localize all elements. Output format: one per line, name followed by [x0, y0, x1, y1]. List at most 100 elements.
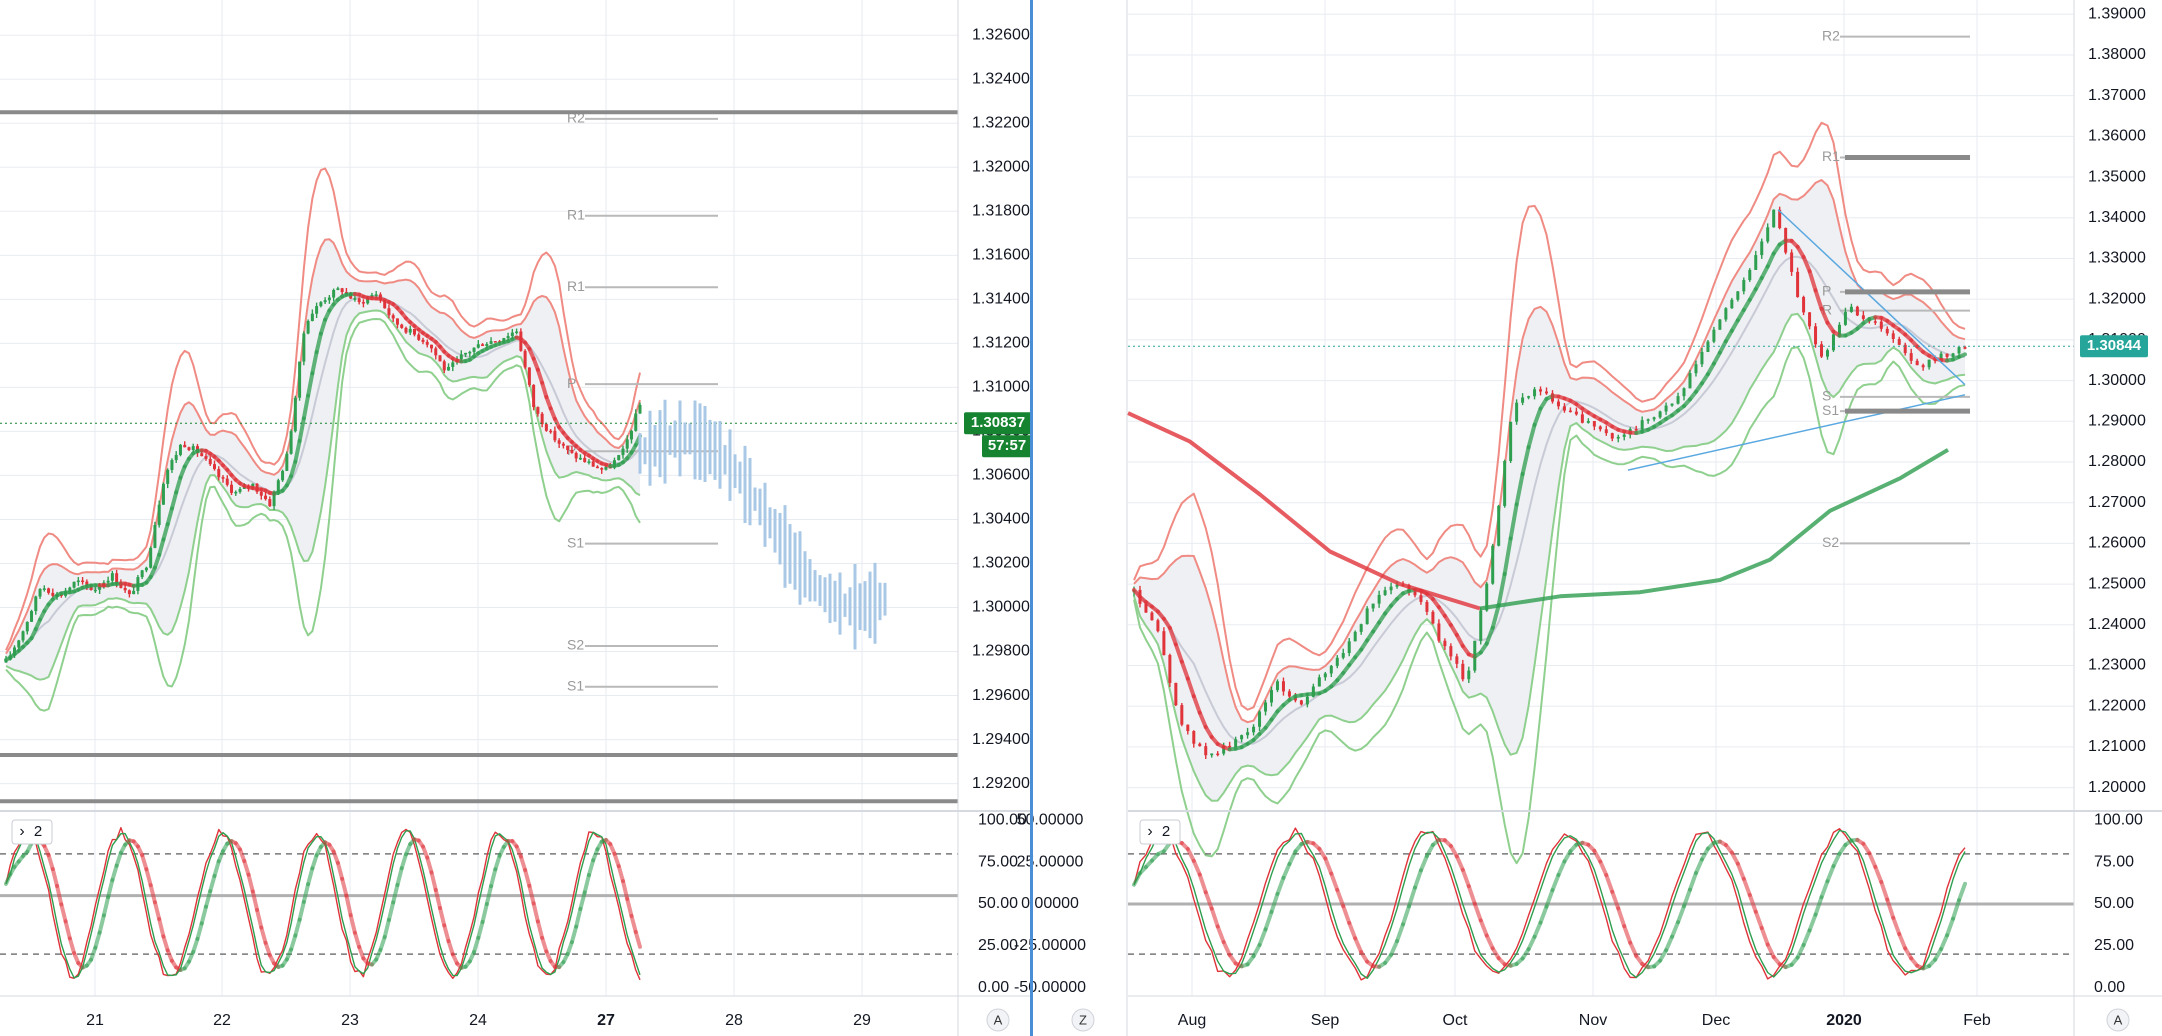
candle-body [421, 339, 425, 342]
candle-body [374, 294, 378, 296]
candle-body [1437, 623, 1441, 641]
osc-left-y-tick-label: 50.00000 [1017, 812, 1084, 829]
osc-y-tick-label: 75.00 [2094, 853, 2134, 870]
candle-body [1604, 429, 1608, 434]
candle-body [481, 344, 485, 347]
candle-body [1574, 411, 1578, 415]
chart-root: 1.32600 1.32400 1.32200 1.32000 1.31800 1.316… [0, 0, 2162, 1036]
candle-body [1831, 334, 1835, 351]
candle-body [187, 447, 191, 450]
y-tick-label: 1.38000 [2088, 46, 2146, 63]
y-tick-label: 1.30200 [972, 555, 1030, 572]
candle-body [417, 334, 421, 340]
candle-body [1347, 641, 1351, 654]
candle-body [1216, 753, 1220, 756]
candle-body [1234, 739, 1238, 748]
candle-body [540, 413, 544, 425]
candle-body [1598, 426, 1602, 430]
candle-body [1281, 681, 1285, 692]
y-tick-label: 1.30000 [2088, 372, 2146, 389]
zoom-button-right[interactable]: Z [1071, 1008, 1095, 1032]
candle-body [1885, 328, 1889, 334]
candle-body [72, 581, 76, 588]
candle-body [327, 297, 331, 301]
candle-body [289, 431, 293, 454]
y-tick-label: 1.32000 [2088, 290, 2146, 307]
candle-body [93, 589, 97, 592]
y-tick-label: 1.31800 [972, 203, 1030, 220]
candle-body [191, 446, 195, 450]
candle-body [42, 588, 46, 590]
candle-body [442, 361, 446, 371]
y-tick-label: 1.24000 [2088, 616, 2146, 633]
candle-body [1359, 624, 1363, 632]
candle-body [1796, 271, 1800, 297]
candle-body [391, 315, 395, 319]
candle-body [544, 424, 548, 431]
candle-body [323, 300, 327, 303]
y-tick-label: 1.30600 [972, 467, 1030, 484]
y-tick-label: 1.28000 [2088, 453, 2146, 470]
x-tick-label: Oct [1443, 1012, 1468, 1029]
candle-body [1503, 460, 1507, 506]
candle-body [425, 341, 429, 345]
candle-body [217, 469, 221, 478]
candle-body [625, 439, 629, 449]
y-tick-label: 1.29600 [972, 687, 1030, 704]
indicator-input-button[interactable] [11, 819, 53, 845]
candle-body [208, 458, 212, 465]
x-tick-label: 23 [341, 1012, 359, 1029]
candle-body [1287, 691, 1291, 697]
candle-body [221, 477, 225, 479]
candle-body [451, 362, 455, 367]
y-tick-label: 1.29200 [972, 775, 1030, 792]
candle-body [1927, 359, 1931, 368]
candle-body [1909, 353, 1913, 361]
candle-body [1425, 601, 1429, 612]
auto-scale-button-left[interactable]: A [986, 1008, 1010, 1032]
candle-body [1305, 696, 1309, 705]
candle-body [157, 504, 161, 526]
pivot-label: S [1822, 388, 1831, 404]
candle-body [1461, 663, 1465, 680]
pivot-label: P [1822, 283, 1831, 299]
osc-left-y-tick-label: 25.00000 [1017, 853, 1084, 870]
candle-body [1640, 420, 1644, 430]
x-tick-label: Feb [1963, 1012, 1991, 1029]
candle-body [1766, 227, 1770, 242]
x-tick-label: 28 [725, 1012, 743, 1029]
candle-body [1329, 665, 1333, 674]
candle-body [1497, 505, 1501, 546]
candle-body [566, 445, 570, 451]
y-tick-label: 1.31200 [972, 335, 1030, 352]
x-tick-label: Dec [1702, 1012, 1730, 1029]
candle-body [1180, 705, 1184, 725]
candle-body [1610, 433, 1614, 439]
y-tick-label: 1.31000 [972, 379, 1030, 396]
candle-body [1861, 315, 1865, 319]
candle-body [1706, 341, 1710, 352]
candle-body [621, 448, 625, 456]
candle-body [1264, 702, 1268, 712]
auto-scale-button-right[interactable]: A [2106, 1008, 2130, 1032]
candle-body [1186, 724, 1190, 732]
osc-y-tick-label: 0.00 [978, 979, 1009, 996]
osc-y-tick-label: 50.00 [2094, 895, 2134, 912]
candle-body [1682, 388, 1686, 397]
indicator-input-button[interactable] [1139, 819, 1181, 845]
candle-body [532, 384, 536, 408]
candle-body [1562, 406, 1566, 411]
candle-body [1150, 612, 1154, 621]
candle-body [1556, 401, 1560, 407]
candle-body [629, 430, 633, 440]
candle-body [1527, 396, 1531, 398]
candle-body [1479, 610, 1483, 641]
candle-body [1802, 296, 1806, 313]
x-tick-label: 27 [597, 1012, 615, 1029]
pivot-label: S1 [567, 534, 584, 550]
auto-scale-button-left-label: A [994, 1012, 1003, 1027]
candle-body [1204, 746, 1208, 756]
candle-body [281, 470, 285, 481]
indicator-input-value: 2 [1162, 823, 1170, 840]
osc-y-tick-label: 75.00 [978, 853, 1018, 870]
